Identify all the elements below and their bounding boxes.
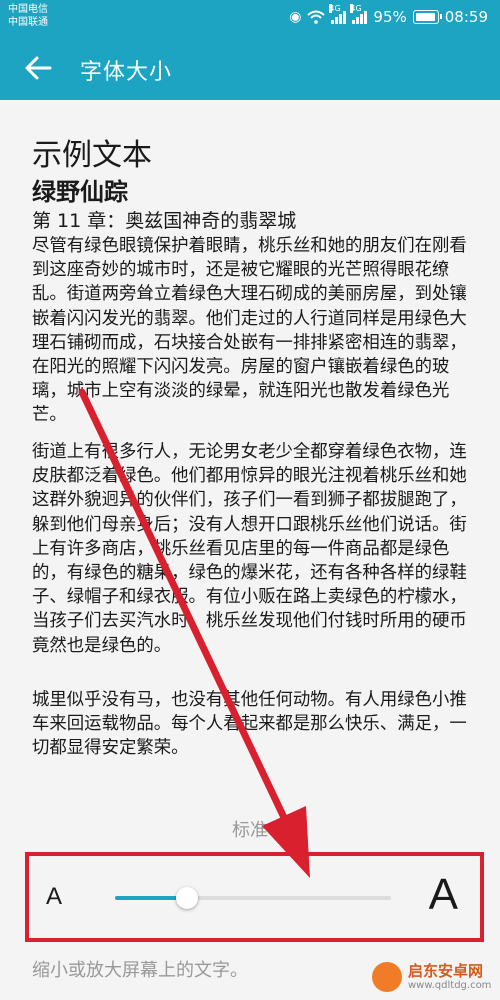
signal-icon-2: 4G	[350, 4, 368, 24]
page-title: 字体大小	[80, 60, 173, 85]
preview-paragraph-2: 街道上有很多行人，无论男女老少全都穿着绿色衣物，连皮肤都泛着绿色。他们都用惊异的…	[32, 442, 467, 656]
watermark-url: www.qdltdg.com	[408, 980, 492, 991]
preview-paragraph-3: 城里似乎没有马，也没有其他任何动物。有人用绿色小推车来回运载物品。每个人看起来都…	[32, 690, 467, 759]
status-icons: ◉ 4G 4G 95% 08:59	[289, 4, 488, 27]
network-type-2: 4G	[350, 4, 362, 13]
carrier-2: 中国联通	[8, 17, 48, 28]
font-size-slider-highlight: A A	[25, 852, 484, 942]
font-size-slider[interactable]	[115, 887, 391, 909]
eye-comfort-icon: ◉	[289, 9, 302, 25]
arrow-left-icon[interactable]	[20, 50, 56, 86]
network-type-1: 4G	[329, 4, 341, 13]
large-font-label: A	[428, 870, 458, 919]
font-size-preview: 示例文本 绿野仙踪 第 11 章：奥兹国神奇的翡翠城 尽管有绿色眼镜保护着眼睛，…	[0, 100, 500, 1000]
watermark-logo: 启东安卓网 www.qdltdg.com	[370, 958, 498, 998]
signal-icon-1: 4G	[329, 4, 347, 24]
slider-thumb[interactable]	[175, 887, 198, 909]
status-bar: 中国电信 中国联通 ◉ 4G 4G 95% 08:59	[0, 0, 500, 36]
carrier-info: 中国电信 中国联通	[8, 3, 48, 29]
app-bar: 字体大小	[0, 36, 500, 100]
font-size-hint: 缩小或放大屏幕上的文字。	[32, 960, 248, 981]
small-font-label: A	[46, 883, 63, 910]
carrier-1: 中国电信	[8, 4, 48, 15]
sample-text-heading: 示例文本	[32, 138, 152, 173]
battery-percent: 95%	[373, 8, 407, 26]
current-size-label: 标准	[232, 820, 268, 841]
clock: 08:59	[444, 8, 488, 26]
watermark-name: 启东安卓网	[408, 962, 484, 980]
watermark-icon	[372, 962, 402, 992]
battery-icon	[412, 10, 442, 24]
wifi-icon	[307, 10, 326, 24]
preview-paragraph-1: 尽管有绿色眼镜保护着眼睛，桃乐丝和她的朋友们在刚看到这座奇妙的城市时，还是被它耀…	[32, 236, 467, 426]
book-title: 绿野仙踪	[32, 178, 128, 206]
chapter-title: 第 11 章：奥兹国神奇的翡翠城	[32, 210, 297, 232]
